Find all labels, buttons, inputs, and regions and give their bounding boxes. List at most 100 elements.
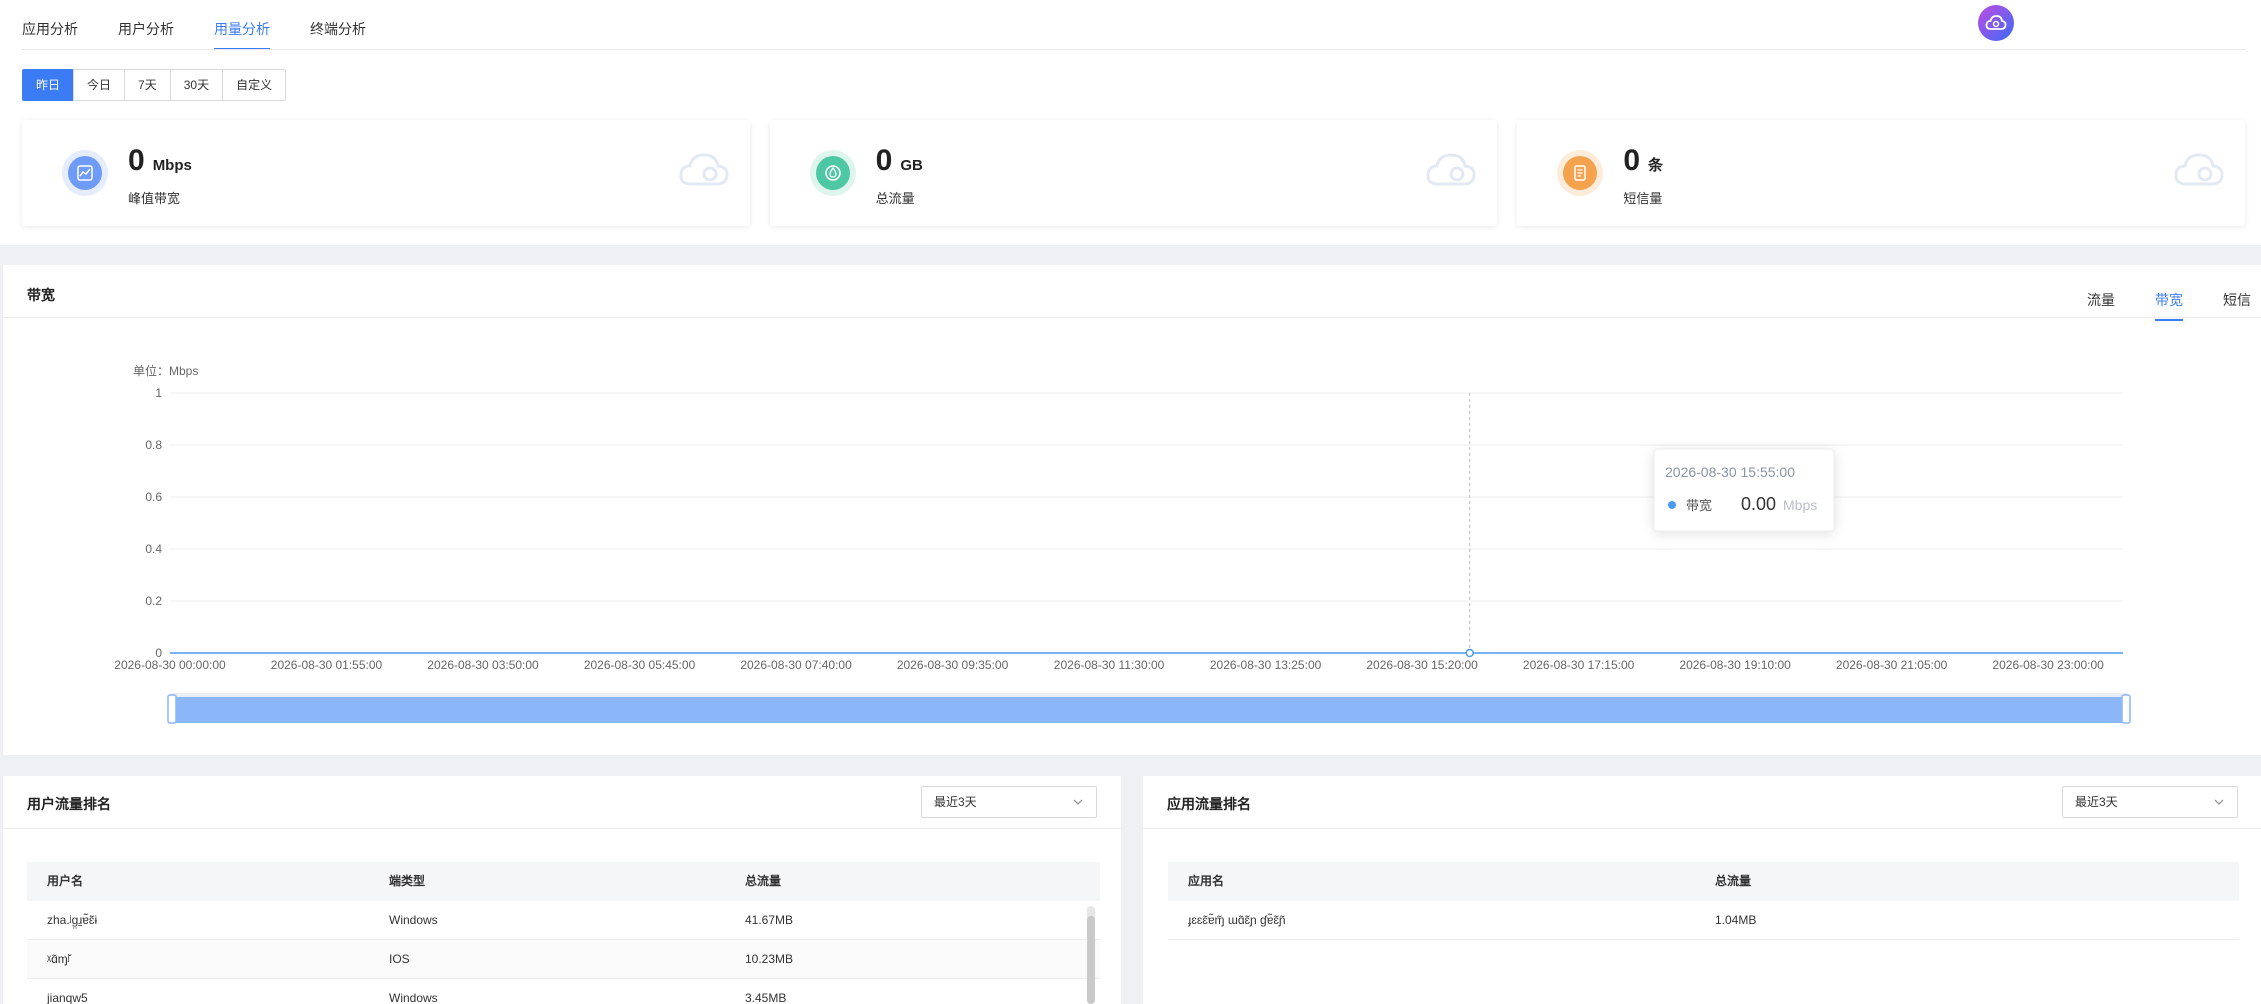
scrollbar-thumb[interactable] xyxy=(1087,916,1095,1004)
tooltip-time: 2026-08-30 15:55:00 xyxy=(1665,464,1795,480)
column-header: 总流量 xyxy=(745,874,782,888)
stat-icon-wrap xyxy=(1557,150,1604,196)
column-header: 应用名 xyxy=(1188,874,1225,888)
cell-client-type: IOS xyxy=(389,952,410,966)
app-ranking-table: 应用名 总流量 ɟɛɛɛ̃ɐ̃ɱ̃ ɯɑ̃ɛ̃ɲ ɠɐ̃ɛ̃ɲ̃ 1.04MB xyxy=(1168,862,2239,940)
x-tick-label: 2026-08-30 23:00:00 xyxy=(1992,658,2104,672)
table-row[interactable]: ɟɛɛɛ̃ɐ̃ɱ̃ ɯɑ̃ɛ̃ɲ ɠɐ̃ɛ̃ɲ̃ 1.04MB xyxy=(1168,901,2239,940)
x-tick-label: 2026-08-30 15:20:00 xyxy=(1366,658,1478,672)
range-yesterday-button[interactable]: 昨日 xyxy=(22,69,75,101)
range-7days-button[interactable]: 7天 xyxy=(124,69,171,101)
range-today-button[interactable]: 今日 xyxy=(73,69,126,101)
stat-icon-wrap xyxy=(809,150,856,196)
tabs-divider xyxy=(22,49,2246,50)
y-unit-label: 单位：Mbps xyxy=(133,363,198,378)
y-tick-label: 1 xyxy=(155,386,162,400)
stat-card-sms-count: 0条 短信量 xyxy=(1517,120,2246,226)
column-header: 端类型 xyxy=(389,874,426,888)
range-30days-button[interactable]: 30天 xyxy=(169,69,224,101)
tab-user-analysis[interactable]: 用户分析 xyxy=(118,0,174,50)
date-range-group: 昨日 今日 7天 30天 自定义 xyxy=(22,69,287,101)
bandwidth-chart: 单位：Mbps 10.80.60.40.20 2026-08-30 00:00:… xyxy=(114,363,2131,724)
table-header: 应用名 总流量 xyxy=(1168,862,2239,901)
tab-usage-analysis[interactable]: 用量分析 xyxy=(214,0,270,50)
chevron-down-icon xyxy=(2213,787,2225,828)
tooltip-unit: Mbps xyxy=(1783,497,1817,513)
x-tick-label: 2026-08-30 00:00:00 xyxy=(114,658,226,672)
time-range-select[interactable]: 最近3天 xyxy=(921,786,1097,818)
tooltip-series: 带宽 xyxy=(1686,498,1712,513)
tab-app-analysis[interactable]: 应用分析 xyxy=(22,0,78,50)
zoom-handle-left[interactable] xyxy=(167,694,177,724)
cell-username: jianqw5 xyxy=(47,991,88,1004)
chevron-down-icon xyxy=(1072,787,1084,828)
table-row[interactable]: zha.ʲɡ̤ɹ̠ɐ̃ɛ̃ɨ Windows 41.67MB xyxy=(27,901,1100,940)
tab-terminal-analysis[interactable]: 终端分析 xyxy=(310,0,366,50)
x-tick-label: 2026-08-30 19:10:00 xyxy=(1679,658,1791,672)
bandwidth-panel: 带宽 流量 带宽 短信 单位：Mbps 1 0.8 0.6 0.4 0.2 0 2026-… xyxy=(3,265,2261,755)
x-tick-label: 2026-08-30 17:15:00 xyxy=(1523,658,1635,672)
line-chart-icon xyxy=(77,165,93,181)
y-tick-label: 0.6 xyxy=(145,490,162,504)
cell-username: zha.ʲɡ̤ɹ̠ɐ̃ɛ̃ɨ xyxy=(47,913,98,927)
x-tick-label: 2026-08-30 13:25:00 xyxy=(1210,658,1322,672)
cell-traffic: 1.04MB xyxy=(1715,913,1757,927)
stat-label: 峰值带宽 xyxy=(128,191,181,206)
cell-client-type: Windows xyxy=(389,991,438,1004)
panel-divider xyxy=(1143,828,2261,829)
y-tick-label: 0.4 xyxy=(145,542,162,556)
column-header: 用户名 xyxy=(47,874,84,888)
stat-unit: GB xyxy=(900,157,923,174)
cloud-icon xyxy=(1985,15,2007,30)
x-tick-label: 2026-08-30 03:50:00 xyxy=(427,658,539,672)
avatar[interactable] xyxy=(1978,5,2014,41)
stat-value: 0 Mbps xyxy=(128,144,192,177)
cell-traffic: 41.67MB xyxy=(745,913,794,927)
stat-label: 短信量 xyxy=(1623,191,1663,206)
stat-unit: Mbps xyxy=(152,157,192,174)
cloud-icon xyxy=(679,153,729,186)
panel-title: 应用流量排名 xyxy=(1167,796,1251,812)
chart-tooltip: 2026-08-30 15:55:00 带宽 0.00 Mbps xyxy=(1653,448,1835,532)
top-section: 应用分析 用户分析 用量分析 终端分析 昨日 今日 7天 30天 自定义 0 Mb… xyxy=(0,0,2261,245)
table-row[interactable]: ᵡɑ̃ɱʲ̌ IOS 10.23MB xyxy=(27,940,1100,979)
document-icon xyxy=(1574,165,1587,181)
zoom-slider-range[interactable] xyxy=(173,697,2126,723)
stat-card-peak-bandwidth: 0 Mbps 峰值带宽 xyxy=(22,120,750,226)
main-tabs: 应用分析 用户分析 用量分析 终端分析 xyxy=(22,0,406,50)
cloud-icon xyxy=(1426,153,1476,186)
x-tick-label: 2026-08-30 21:05:00 xyxy=(1836,658,1948,672)
x-tick-label: 2026-08-30 09:35:00 xyxy=(897,658,1009,672)
cell-app-name: ɟɛɛɛ̃ɐ̃ɱ̃ ɯɑ̃ɛ̃ɲ ɠɐ̃ɛ̃ɲ̃ xyxy=(1188,913,1286,927)
zoom-handle-right[interactable] xyxy=(2121,694,2131,724)
cell-client-type: Windows xyxy=(389,913,438,927)
x-tick-label: 2026-08-30 01:55:00 xyxy=(271,658,383,672)
y-tick-label: 0.2 xyxy=(145,594,162,608)
stat-unit: 条 xyxy=(1648,157,1664,174)
x-tick-label: 2026-08-30 11:30:00 xyxy=(1054,658,1165,672)
stat-icon-wrap xyxy=(62,150,108,196)
panel-title: 用户流量排名 xyxy=(27,796,111,812)
user-ranking-table: 用户名 端类型 总流量 zha.ʲɡ̤ɹ̠ɐ̃ɛ̃ɨ Windows 41.67… xyxy=(27,862,1100,1004)
stat-card-total-traffic: 0 GB 总流量 xyxy=(769,120,1498,226)
droplet-icon xyxy=(824,165,841,181)
scrollbar[interactable] xyxy=(1087,906,1095,1004)
y-tick-label: 0.8 xyxy=(145,438,162,452)
table-row[interactable]: jianqw5 Windows 3.45MB xyxy=(27,979,1100,1004)
stat-label: 总流量 xyxy=(875,191,915,206)
user-ranking-panel: 用户流量排名 最近3天 用户名 端类型 总流量 zha.ʲɡ̤ɹ̠ɐ̃ɛ̃ɨ W… xyxy=(3,776,1121,1004)
range-custom-button[interactable]: 自定义 xyxy=(222,69,287,101)
x-ticks: 2026-08-30 00:00:00 2026-08-30 01:55:00 20… xyxy=(114,658,2104,672)
column-header: 总流量 xyxy=(1715,874,1752,888)
select-value: 最近3天 xyxy=(2075,795,2118,809)
stat-cards: 0 Mbps 峰值带宽 0 GB 总流量 0条 短信量 xyxy=(22,120,2246,226)
panel-divider xyxy=(3,828,1121,829)
cell-traffic: 3.45MB xyxy=(745,991,787,1004)
x-tick-label: 2026-08-30 05:45:00 xyxy=(584,658,696,672)
x-tick-label: 2026-08-30 07:40:00 xyxy=(740,658,852,672)
tooltip-value: 0.00 xyxy=(1741,494,1776,514)
cell-username: ᵡɑ̃ɱʲ̌ xyxy=(47,952,70,966)
stat-value: 0条 xyxy=(1623,144,1664,177)
time-range-select[interactable]: 最近3天 xyxy=(2062,786,2238,818)
y-ticks: 10.80.60.40.20 xyxy=(145,386,162,660)
